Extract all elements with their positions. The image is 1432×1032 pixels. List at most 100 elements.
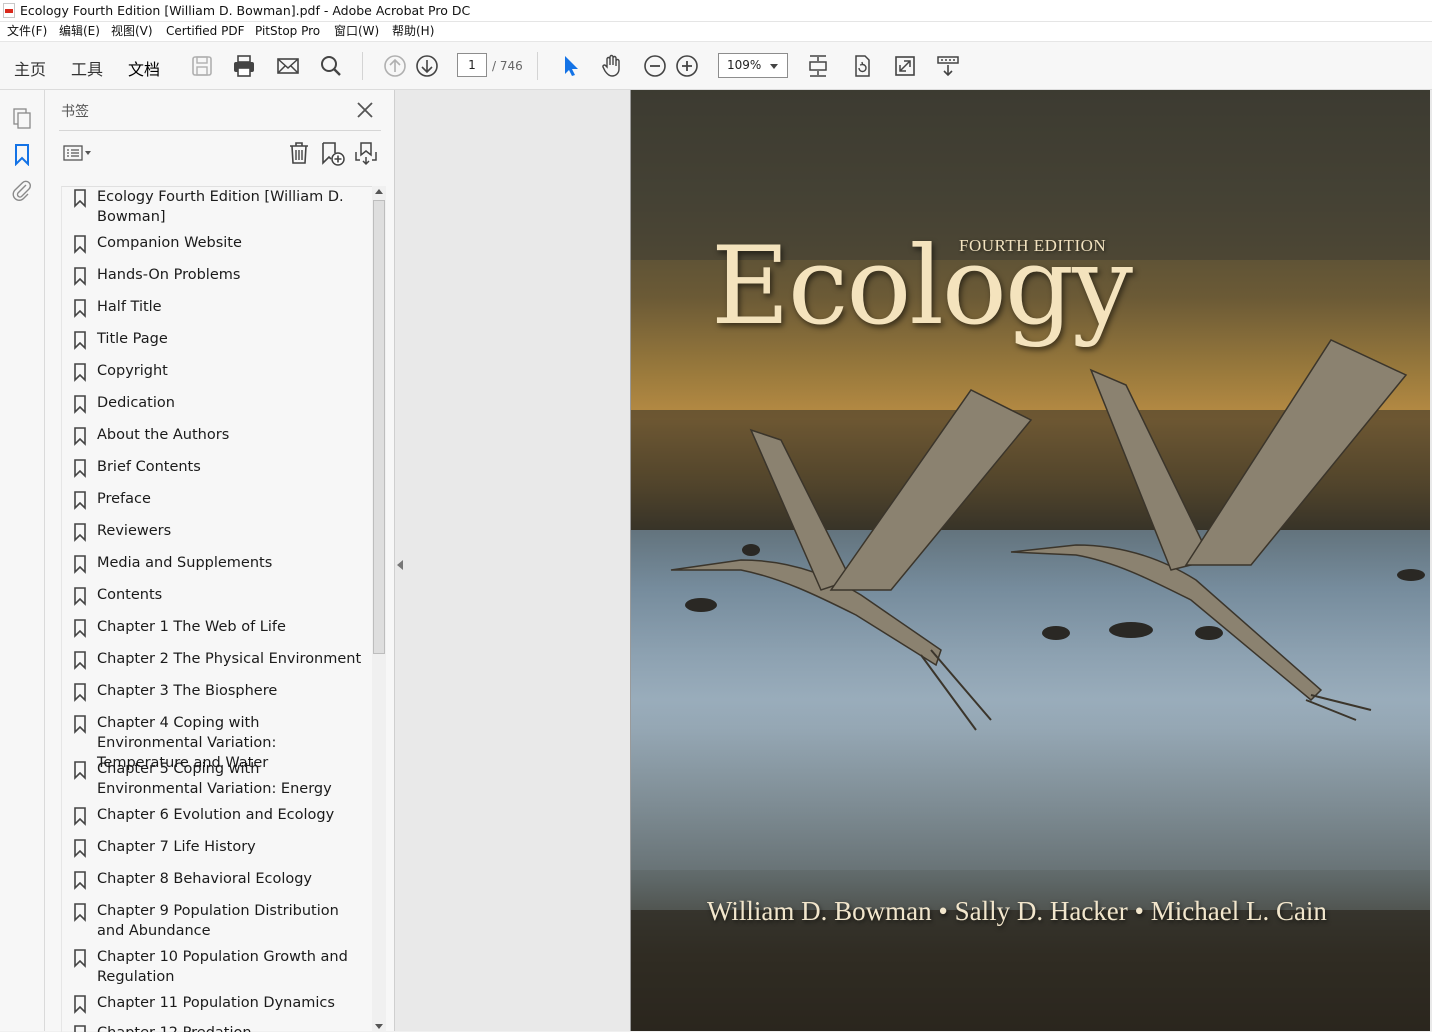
- attachment-icon[interactable]: [10, 178, 34, 202]
- menu-certified-pdf[interactable]: Certified PDF: [166, 22, 245, 41]
- zoom-value: 109%: [727, 58, 762, 72]
- menu-pitstop-pro[interactable]: PitStop Pro: [255, 22, 320, 41]
- bookmark-label: Contents: [97, 587, 163, 603]
- bookmark-label: Hands-On Problems: [97, 267, 241, 283]
- expand-bookmark-icon[interactable]: [353, 140, 379, 166]
- tab-document[interactable]: 文档: [128, 56, 161, 95]
- bookmark-label: Brief Contents: [97, 459, 201, 475]
- pdf-page: Ecology FOURTH EDITION William D. Bowman…: [630, 90, 1430, 1031]
- bookmark-label: Ecology Fourth Edition [William D. Bowma…: [97, 189, 344, 225]
- bookmark-icon: [73, 903, 87, 922]
- pdf-file-icon: [3, 3, 15, 18]
- bookmark-list: Ecology Fourth Edition [William D. Bowma…: [61, 186, 372, 1032]
- bookmark-icon: [73, 619, 87, 638]
- bookmark-label: Title Page: [97, 331, 168, 347]
- bookmark-label: Chapter 8 Behavioral Ecology: [97, 871, 313, 887]
- panel-title: 书签: [61, 104, 89, 120]
- bookmark-label: Chapter 5 Coping with Environmental Vari…: [97, 761, 332, 797]
- bookmark-label: Chapter 11 Population Dynamics: [97, 995, 335, 1011]
- bookmark-icon: [73, 459, 87, 478]
- menu-window[interactable]: 窗口(W): [334, 22, 379, 41]
- bookmark-icon: [73, 555, 87, 574]
- bookmarks-panel: 书签 Ecology Fourth Edition [William D. Bo…: [45, 90, 395, 1032]
- menu-help[interactable]: 帮助(H): [392, 22, 434, 41]
- bookmark-label: Media and Supplements: [97, 555, 273, 571]
- bookmark-icon: [73, 839, 87, 858]
- hand-tool-icon[interactable]: [599, 53, 625, 79]
- bookmark-icon: [73, 995, 87, 1014]
- zoom-in-icon[interactable]: [674, 53, 700, 79]
- select-cursor-icon[interactable]: [557, 53, 583, 79]
- bookmark-label: Copyright: [97, 363, 168, 379]
- bookmark-icon: [73, 651, 87, 670]
- page-thumbnails-icon[interactable]: [10, 106, 34, 130]
- menu-edit[interactable]: 编辑(E): [59, 22, 100, 41]
- bookmark-icon: [73, 949, 87, 968]
- bookmark-label: Chapter 7 Life History: [97, 839, 256, 855]
- chevron-down-icon: [770, 64, 778, 69]
- bookmark-icon: [73, 761, 87, 780]
- scrollbar-thumb[interactable]: [373, 200, 385, 654]
- toolbar-separator: [362, 52, 363, 80]
- bookmark-label: Chapter 6 Evolution and Ecology: [97, 807, 335, 823]
- bookmark-icon: [73, 683, 87, 702]
- scroll-down-icon[interactable]: [375, 1024, 383, 1029]
- next-page-icon[interactable]: [414, 53, 440, 79]
- bookmark-icon: [73, 523, 87, 542]
- bookmark-icon: [73, 395, 87, 414]
- more-tools-icon[interactable]: [935, 53, 961, 79]
- bookmark-icon: [73, 715, 87, 734]
- menu-view[interactable]: 视图(V): [111, 22, 153, 41]
- bookmark-icon: [73, 807, 87, 826]
- bookmark-label: Chapter 3 The Biosphere: [97, 683, 278, 699]
- scroll-up-icon[interactable]: [375, 189, 383, 194]
- window-title: Ecology Fourth Edition [William D. Bowma…: [20, 3, 471, 18]
- panel-divider: [59, 130, 381, 131]
- bookmark-icon: [73, 235, 87, 254]
- bookmark-label: Half Title: [97, 299, 162, 315]
- email-icon[interactable]: [275, 53, 301, 79]
- save-icon[interactable]: [189, 53, 215, 79]
- options-menu-icon[interactable]: [62, 140, 96, 166]
- tab-home[interactable]: 主页: [14, 56, 46, 80]
- page-fit-icon[interactable]: [805, 53, 831, 79]
- rotate-page-icon[interactable]: [849, 53, 875, 79]
- print-icon[interactable]: [231, 53, 257, 79]
- main-toolbar: 主页 工具 文档: [0, 42, 1432, 95]
- menu-bar: 文件(F) 编辑(E) 视图(V) Certified PDF PitStop …: [0, 22, 1432, 42]
- zoom-out-icon[interactable]: [642, 53, 668, 79]
- tab-tools[interactable]: 工具: [71, 56, 103, 80]
- zoom-select[interactable]: 109%: [718, 53, 788, 78]
- bookmark-label: Dedication: [97, 395, 175, 411]
- bookmark-scrollbar[interactable]: [372, 186, 386, 1031]
- bookmark-label: Chapter 1 The Web of Life: [97, 619, 286, 635]
- bookmark-label: Chapter 9 Population Distribution and Ab…: [97, 903, 339, 939]
- bookmark-icon: [73, 491, 87, 510]
- page-number-input[interactable]: 1: [457, 53, 487, 77]
- bookmark-label: Chapter 10 Population Growth and Regulat…: [97, 949, 348, 985]
- bookmark-label: Companion Website: [97, 235, 242, 251]
- bookmark-icon: [73, 427, 87, 446]
- new-bookmark-icon[interactable]: [319, 140, 347, 166]
- bookmark-icon: [73, 331, 87, 350]
- title-bar: Ecology Fourth Edition [William D. Bowma…: [0, 0, 1432, 22]
- full-screen-icon[interactable]: [892, 53, 918, 79]
- collapse-panel-icon[interactable]: [397, 560, 403, 570]
- bookmark-label: Preface: [97, 491, 151, 507]
- cover-authors: William D. Bowman • Sally D. Hacker • Mi…: [707, 896, 1327, 926]
- bookmark-icon: [73, 299, 87, 318]
- previous-page-icon[interactable]: [382, 53, 408, 79]
- bookmark-icon: [73, 267, 87, 286]
- search-icon[interactable]: [318, 53, 344, 79]
- toolbar-separator: [537, 52, 538, 80]
- page-total: / 746: [492, 59, 523, 73]
- menu-file[interactable]: 文件(F): [7, 22, 47, 41]
- delete-icon[interactable]: [286, 140, 312, 166]
- bookmark-panel-icon[interactable]: [10, 142, 34, 167]
- bookmark-label: Reviewers: [97, 523, 172, 539]
- close-icon[interactable]: [355, 100, 375, 120]
- bookmark-icon: [73, 363, 87, 382]
- bookmark-label: Chapter 2 The Physical Environment: [97, 651, 362, 667]
- bookmark-icon: [73, 871, 87, 890]
- bookmark-icon: [73, 189, 87, 208]
